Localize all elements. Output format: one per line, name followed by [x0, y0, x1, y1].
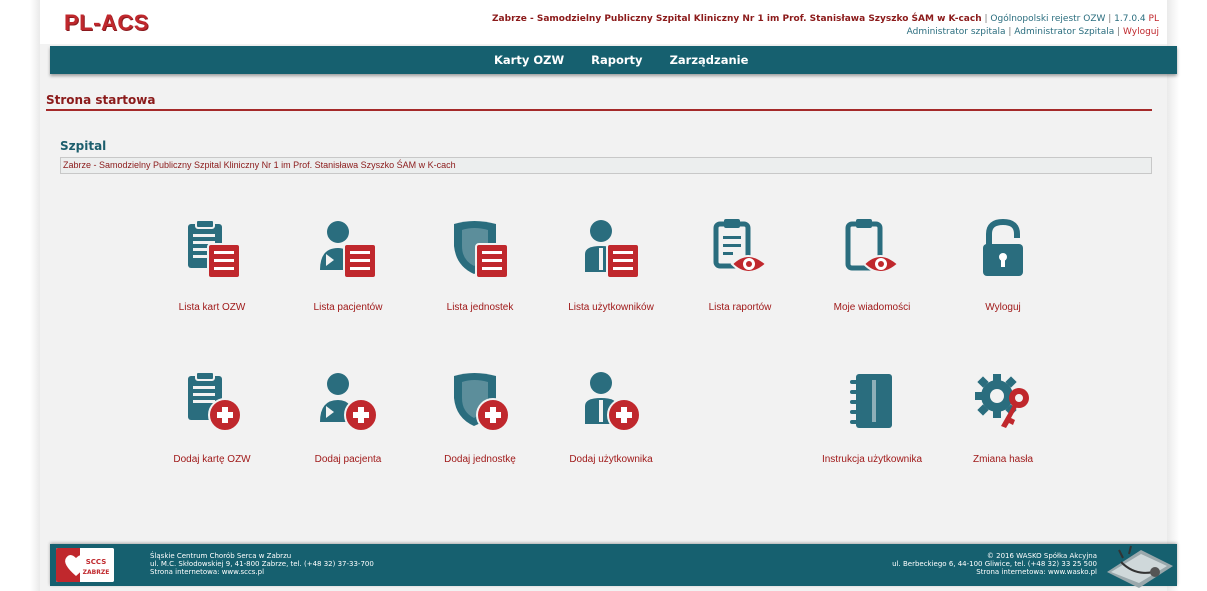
tile-dodaj-pacjenta[interactable]: Dodaj pacjenta: [288, 370, 408, 480]
tile-zmiana-hasla[interactable]: Zmiana hasła: [943, 370, 1063, 480]
tile-label: Moje wiadomości: [833, 302, 911, 313]
tile-wyloguj[interactable]: Wyloguj: [943, 218, 1063, 328]
footer-copyright: © 2016 WASKO Spółka Akcyjna: [986, 552, 1097, 560]
page-title: Strona startowa: [46, 93, 156, 107]
user-add-icon: [585, 372, 641, 432]
tile-label: Lista jednostek: [446, 302, 514, 313]
hospital-value: Zabrze - Samodzielny Publiczny Szpital K…: [63, 160, 456, 170]
clipboard-list-icon: [188, 219, 241, 279]
gear-key-icon: [975, 374, 1029, 428]
footer-wasko-address: ul. Berbeckiego 6, 44-100 Gliwice, tel. …: [892, 560, 1097, 568]
title-divider: [46, 109, 1152, 111]
top-bar: PL-ACS Zabrze - Samodzielny Publiczny Sz…: [40, 0, 1167, 44]
stethoscope-laptop-image: [1107, 545, 1173, 588]
section-title: Szpital: [60, 139, 107, 153]
main-container: PL-ACS Zabrze - Samodzielny Publiczny Sz…: [40, 0, 1177, 591]
role-link[interactable]: Administrator szpitala: [907, 27, 1006, 37]
registry-link[interactable]: Ogólnopolski rejestr OZW: [990, 14, 1105, 24]
shield-list-icon: [454, 221, 509, 279]
footer-wasko-website[interactable]: Strona internetowa: www.wasko.pl: [892, 568, 1097, 576]
sccs-logo[interactable]: SCCS ZABRZE: [56, 548, 114, 582]
tile-label: Zmiana hasła: [972, 454, 1034, 465]
footer-sccs-website[interactable]: Strona internetowa: www.sccs.pl: [150, 568, 374, 576]
svg-text:SCCS: SCCS: [86, 558, 107, 566]
nav-karty-ozw[interactable]: Karty OZW: [494, 53, 564, 67]
clipboard-add-icon: [188, 371, 242, 432]
tile-label: Instrukcja użytkownika: [821, 454, 923, 465]
footer-sccs-name: Śląskie Centrum Chorób Serca w Zabrzu: [150, 552, 292, 560]
user-link[interactable]: Administrator Szpitala: [1014, 27, 1114, 37]
nav-items: Karty OZW Raporty Zarządzanie: [494, 46, 748, 74]
tile-instrukcja-uzytkownika[interactable]: Instrukcja użytkownika: [812, 370, 932, 480]
tile-label: Dodaj kartę OZW: [173, 454, 251, 465]
logout-link[interactable]: Wyloguj: [1123, 27, 1159, 37]
messages-view-icon: [845, 219, 900, 273]
separator: |: [1114, 27, 1123, 37]
tile-lista-pacjentow[interactable]: Lista pacjentów: [288, 218, 408, 328]
tile-lista-uzytkownikow[interactable]: Lista użytkowników: [551, 218, 671, 328]
tile-lista-jednostek[interactable]: Lista jednostek: [420, 218, 540, 328]
footer-sccs-address: ul. M.C. Skłodowskiej 9, 41-800 Zabrze, …: [150, 560, 374, 568]
tile-dodaj-jednostke[interactable]: Dodaj jednostkę: [420, 370, 540, 480]
tile-moje-wiadomosci[interactable]: Moje wiadomości: [812, 218, 932, 328]
tile-label: Dodaj pacjenta: [314, 454, 382, 465]
footer-right-text: © 2016 WASKO Spółka Akcyjna ul. Berbecki…: [892, 552, 1097, 576]
svg-text:ZABRZE: ZABRZE: [83, 569, 110, 576]
unlock-icon: [983, 218, 1023, 276]
main-navbar: Karty OZW Raporty Zarządzanie: [50, 46, 1177, 74]
user-list-icon: [585, 220, 640, 279]
tile-label: Lista pacjentów: [313, 302, 383, 313]
page: PL-ACS Zabrze - Samodzielny Publiczny Sz…: [0, 0, 1207, 591]
tile-label: Wyloguj: [985, 302, 1021, 313]
tile-lista-raportow[interactable]: Lista raportów: [680, 218, 800, 328]
nav-zarzadzanie[interactable]: Zarządzanie: [670, 53, 749, 67]
tile-lista-kart-ozw[interactable]: Lista kart OZW: [152, 218, 272, 328]
tile-label: Dodaj użytkownika: [569, 454, 653, 465]
tile-label: Lista kart OZW: [178, 302, 246, 313]
patient-list-icon: [320, 221, 377, 279]
nav-raporty[interactable]: Raporty: [591, 53, 642, 67]
notebook-icon: [850, 374, 892, 428]
app-logo[interactable]: PL-ACS: [64, 10, 149, 36]
header-info: Zabrze - Samodzielny Publiczny Szpital K…: [492, 13, 1159, 39]
tile-label: Lista użytkowników: [568, 302, 654, 313]
report-view-icon: [713, 219, 768, 273]
right-margin: [1167, 0, 1207, 591]
separator: |: [1005, 27, 1015, 37]
tile-label: Lista raportów: [708, 302, 772, 313]
tile-label: Dodaj jednostkę: [444, 454, 516, 465]
shield-add-icon: [454, 373, 510, 432]
left-margin: [0, 0, 40, 591]
footer-left-text: Śląskie Centrum Chorób Serca w Zabrzu ul…: [150, 552, 374, 576]
separator: |: [1105, 14, 1115, 24]
tile-dodaj-karte-ozw[interactable]: Dodaj kartę OZW: [152, 370, 272, 480]
language-link[interactable]: PL: [1149, 14, 1159, 24]
hospital-field: Zabrze - Samodzielny Publiczny Szpital K…: [60, 157, 1152, 174]
header-line-1: Zabrze - Samodzielny Publiczny Szpital K…: [492, 13, 1159, 26]
patient-add-icon: [320, 373, 378, 432]
tile-dodaj-uzytkownika[interactable]: Dodaj użytkownika: [551, 370, 671, 480]
version-label: 1.7.0.4: [1114, 14, 1146, 24]
hospital-name: Zabrze - Samodzielny Publiczny Szpital K…: [492, 14, 982, 24]
header-line-2: Administrator szpitala | Administrator S…: [492, 26, 1159, 39]
footer: SCCS ZABRZE Śląskie Centrum Chorób Serca…: [50, 544, 1177, 588]
